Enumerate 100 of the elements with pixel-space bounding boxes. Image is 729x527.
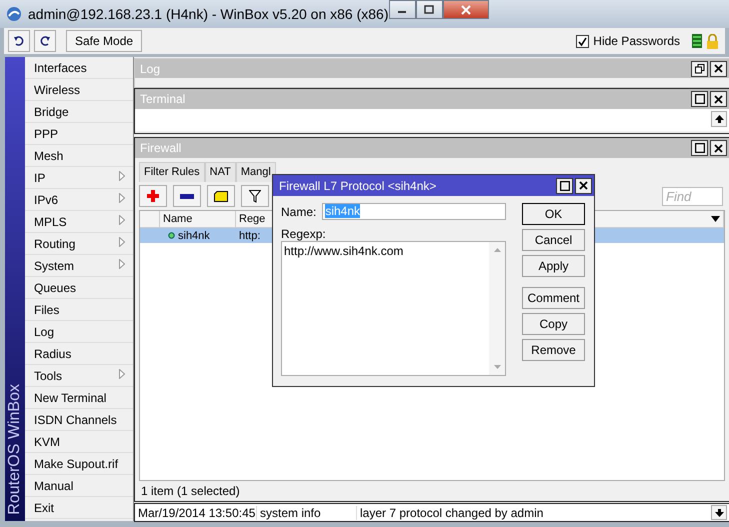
undo-button[interactable]	[8, 30, 30, 52]
submenu-arrow-icon	[119, 214, 125, 224]
dialog-button[interactable]: Remove	[522, 339, 585, 361]
column-header[interactable]: Name	[160, 211, 236, 227]
maximize-icon	[694, 94, 704, 104]
lock-icon	[706, 34, 719, 48]
tab[interactable]: NAT	[204, 162, 236, 182]
menu-item[interactable]: Exit	[25, 497, 133, 519]
redo-button[interactable]	[34, 30, 56, 52]
close-icon	[714, 64, 723, 73]
menu-item[interactable]: Queues	[25, 277, 133, 299]
log-topic: system info	[257, 506, 357, 520]
dialog-title: Firewall L7 Protocol <sih4nk>	[279, 178, 436, 192]
close-icon	[579, 181, 588, 190]
menu-item[interactable]: KVM	[25, 431, 133, 453]
brand-text: RouterOS WinBox	[6, 384, 24, 515]
submenu-arrow-icon	[119, 192, 125, 202]
tab[interactable]: Filter Rules	[139, 162, 205, 182]
filter-icon	[249, 190, 261, 202]
undo-icon	[13, 35, 25, 47]
enabled-dot-icon	[168, 232, 175, 239]
menu-item[interactable]: Wireless	[25, 79, 133, 101]
maximize-button[interactable]	[416, 0, 443, 19]
dropdown-arrow-icon[interactable]	[711, 216, 720, 222]
menu-item[interactable]: System	[25, 255, 133, 277]
maximize-button[interactable]	[691, 140, 708, 156]
maximize-icon	[694, 143, 704, 153]
minimize-button[interactable]	[388, 0, 416, 19]
window-title: Terminal	[140, 92, 186, 106]
note-icon	[214, 190, 228, 202]
menu-item[interactable]: Make Supout.rif	[25, 453, 133, 475]
menu-item[interactable]: IPv6	[25, 189, 133, 211]
menu-item[interactable]: PPP	[25, 123, 133, 145]
maximize-button[interactable]	[556, 178, 573, 194]
close-button[interactable]	[710, 140, 727, 156]
regexp-text: http://www.sih4nk.com	[283, 243, 404, 260]
restore-button[interactable]	[691, 60, 708, 76]
dialog-button[interactable]: Apply	[522, 255, 585, 277]
hide-passwords-label: Hide Passwords	[593, 34, 680, 48]
down-arrow-icon	[714, 508, 724, 516]
submenu-arrow-icon	[119, 368, 125, 378]
up-arrow-icon	[714, 115, 724, 123]
close-button[interactable]	[575, 178, 592, 194]
menu-item[interactable]: Manual	[25, 475, 133, 497]
log-time: Mar/19/2014 13:50:45	[135, 506, 257, 520]
status-text: 1 item (1 selected)	[141, 484, 240, 498]
window-title: admin@192.168.23.1 (H4nk) - WinBox v5.20 on x86 (x86)	[28, 6, 389, 22]
menu-item[interactable]: Bridge	[25, 101, 133, 123]
menu-item[interactable]: Tools	[25, 365, 133, 387]
close-button[interactable]	[710, 91, 727, 107]
table-cell: http:	[239, 230, 260, 242]
redo-icon	[39, 35, 51, 47]
menu-item[interactable]: IP	[25, 167, 133, 189]
menu-item[interactable]: Files	[25, 299, 133, 321]
safe-mode-button[interactable]: Safe Mode	[66, 30, 142, 52]
maximize-icon	[424, 5, 434, 14]
maximize-icon	[560, 180, 570, 190]
plus-icon	[147, 190, 159, 202]
dialog-button[interactable]: Comment	[522, 287, 585, 309]
menu-item[interactable]: Routing	[25, 233, 133, 255]
menu-item[interactable]: Radius	[25, 343, 133, 365]
log-message: layer 7 protocol changed by admin	[359, 506, 544, 520]
menu-item[interactable]: Log	[25, 321, 133, 343]
remove-button[interactable]	[173, 185, 201, 207]
menu-item[interactable]: ISDN Channels	[25, 409, 133, 431]
minus-icon	[180, 194, 194, 198]
menu-item[interactable]: Interfaces	[25, 57, 133, 79]
close-icon	[714, 144, 723, 152]
submenu-arrow-icon	[119, 258, 125, 268]
scroll-up-button[interactable]	[711, 111, 727, 127]
table-cell: sih4nk	[178, 230, 210, 242]
scroll-down-icon	[494, 365, 500, 369]
scroll-down-button[interactable]	[711, 505, 727, 520]
comment-button[interactable]	[207, 185, 235, 207]
close-button[interactable]	[710, 60, 727, 76]
dialog-button[interactable]: OK	[522, 203, 585, 225]
name-label: Name:	[281, 204, 316, 218]
hide-passwords-checkbox[interactable]	[576, 34, 590, 48]
submenu-arrow-icon	[119, 170, 125, 180]
close-icon	[714, 94, 723, 104]
dialog-button[interactable]: Copy	[522, 313, 585, 335]
regexp-field[interactable]: http://www.sih4nk.com	[281, 241, 506, 376]
scrollbar[interactable]	[489, 242, 505, 375]
menu-item[interactable]: New Terminal	[25, 387, 133, 409]
tab[interactable]: Mangl	[236, 162, 276, 182]
menu-item[interactable]: MPLS	[25, 211, 133, 233]
submenu-arrow-icon	[119, 236, 125, 246]
add-button[interactable]	[139, 185, 167, 207]
window-title: Firewall	[140, 141, 182, 155]
dialog-button[interactable]: Cancel	[522, 229, 585, 251]
restore-icon	[694, 64, 704, 74]
filter-button[interactable]	[241, 185, 269, 207]
maximize-button[interactable]	[691, 91, 708, 107]
status-bars-icon	[692, 34, 702, 48]
scroll-up-icon	[494, 248, 500, 252]
regexp-label: Regexp:	[281, 227, 327, 241]
app-logo-icon	[6, 6, 22, 22]
menu-item[interactable]: Mesh	[25, 145, 133, 167]
close-icon	[460, 4, 472, 14]
window-title: Log	[140, 62, 160, 76]
